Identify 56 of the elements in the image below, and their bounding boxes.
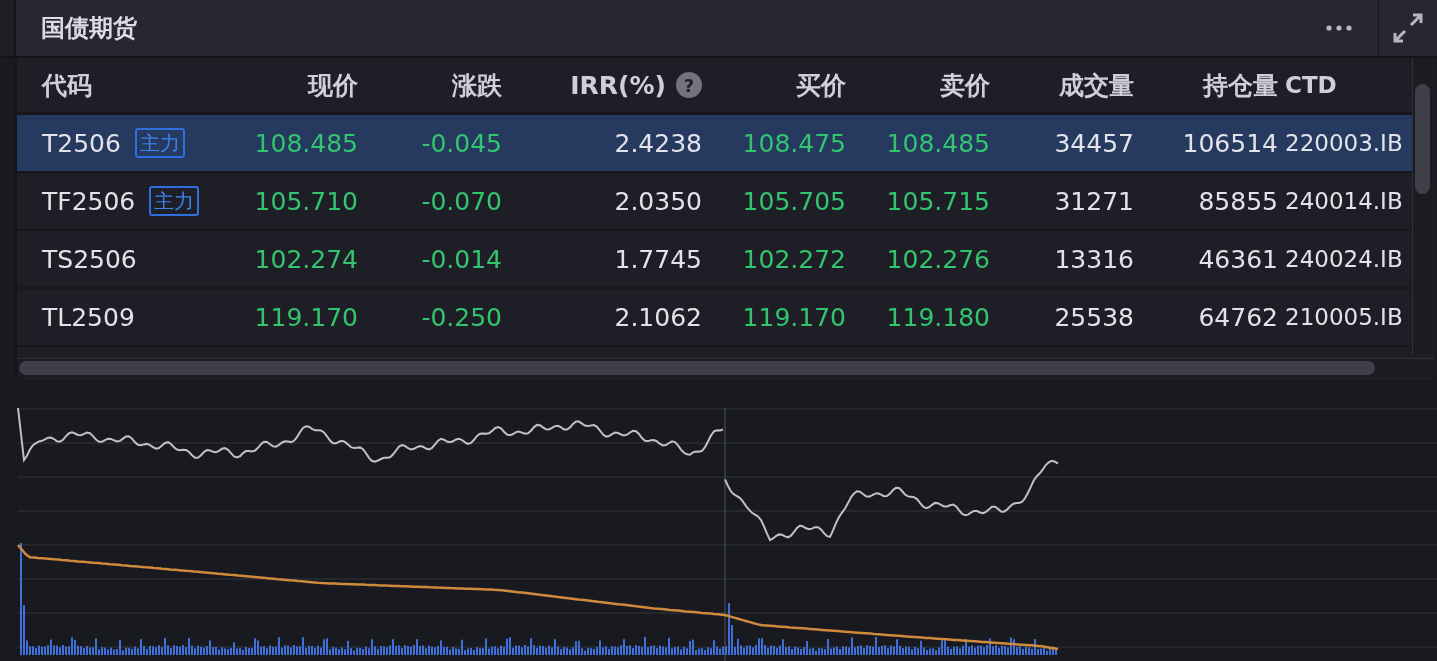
table-cell: 108.485: [886, 128, 990, 158]
contract-code: TF2506: [42, 186, 136, 216]
table-cell: 64762: [1198, 302, 1278, 332]
column-header: 现价: [308, 69, 358, 102]
table-cell: 119.180: [886, 302, 990, 332]
scrollbar-thumb[interactable]: [19, 361, 1375, 375]
more-icon[interactable]: [1326, 25, 1352, 31]
table-cell: 46361: [1198, 244, 1278, 274]
contract-code: T2506: [42, 128, 121, 158]
expand-icon[interactable]: [1392, 12, 1424, 44]
table-cell: -0.014: [421, 244, 502, 274]
table-cell: 220003.IB: [1285, 130, 1403, 156]
table-cell: 105.715: [886, 186, 990, 216]
table-cell: 25538: [1054, 302, 1134, 332]
table-cell: 105.705: [742, 186, 846, 216]
table-cell: 106514: [1182, 128, 1278, 158]
table-cell: 1.7745: [614, 244, 702, 274]
column-header: 涨跌: [452, 69, 502, 102]
table-cell: 240024.IB: [1285, 246, 1403, 272]
table-cell: 105.710: [254, 186, 358, 216]
column-header: CTD: [1285, 72, 1337, 98]
table-cell: 102.272: [742, 244, 846, 274]
table-cell: 102.276: [886, 244, 990, 274]
column-header: 卖价: [940, 69, 990, 102]
panel-title: 国债期货: [41, 13, 138, 44]
table-cell: 2.0350: [614, 186, 702, 216]
table-cell: 240014.IB: [1285, 188, 1403, 214]
table-cell: 31271: [1054, 186, 1134, 216]
column-header: IRR(%): [570, 70, 666, 100]
table-cell: 210005.IB: [1285, 304, 1403, 330]
table-cell: 34457: [1054, 128, 1134, 158]
column-header: 代码: [42, 69, 92, 102]
table-cell: -0.070: [421, 186, 502, 216]
table-cell: -0.045: [421, 128, 502, 158]
table-cell: 2.1062: [614, 302, 702, 332]
table-row[interactable]: TL2509 119.170 -0.250 2.1062 119.170 119.180 25538 64762 210005.IB: [17, 289, 1412, 347]
contract-code: TL2509: [42, 302, 135, 332]
table-cell: 85855: [1198, 186, 1278, 216]
table-cell: 108.485: [254, 128, 358, 158]
table-cell: 13316: [1054, 244, 1134, 274]
table-cell: -0.250: [421, 302, 502, 332]
scrollbar-thumb[interactable]: [1415, 84, 1430, 194]
table-row[interactable]: TS2506 102.274 -0.014 1.7745 102.272 102.276 13316 46361 240024.IB: [17, 231, 1412, 289]
contract-code: TS2506: [42, 244, 137, 274]
table-row[interactable]: TF2506 主力 105.710 -0.070 2.0350 105.705 105.715 31271 85855 240014.IB: [17, 173, 1412, 231]
column-header: 成交量: [1059, 69, 1134, 102]
column-header: 持仓量: [1203, 69, 1278, 102]
table-cell: 119.170: [254, 302, 358, 332]
table-cell: 119.170: [742, 302, 846, 332]
main-contract-tag: 主力: [149, 186, 200, 216]
main-contract-tag: 主力: [134, 128, 185, 158]
column-header: 买价: [796, 69, 846, 102]
table-cell: 108.475: [742, 128, 846, 158]
table-cell: 102.274: [254, 244, 358, 274]
table-row[interactable]: T2506 主力 108.485 -0.045 2.4238 108.475 108.485 34457 106514 220003.IB: [17, 115, 1412, 173]
table-cell: 2.4238: [614, 128, 702, 158]
